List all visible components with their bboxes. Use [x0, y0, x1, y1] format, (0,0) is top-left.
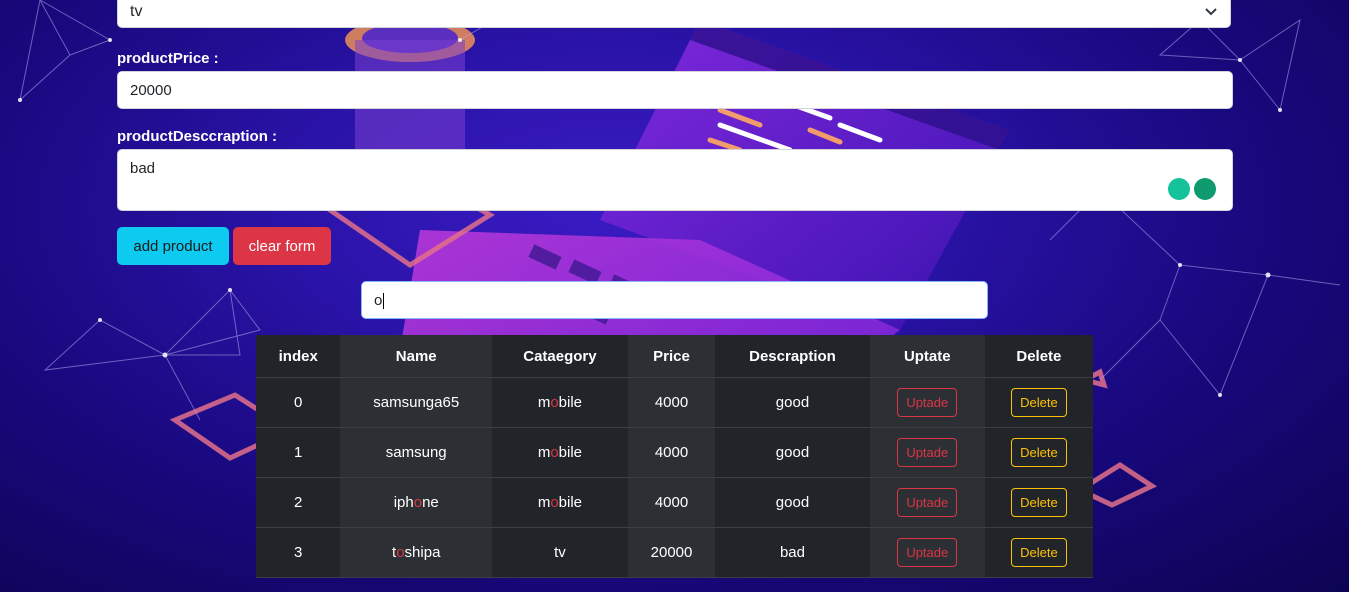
lightbulb-icon[interactable] [1168, 178, 1190, 200]
header-update: Uptate [869, 335, 985, 378]
cell-name: samsung [340, 427, 493, 478]
cell-description: bad [715, 527, 870, 578]
search-input[interactable]: o [361, 281, 988, 319]
header-index: index [256, 335, 341, 378]
description-textarea-value: bad [130, 160, 156, 177]
header-price: Price [627, 335, 716, 378]
cell-description: good [715, 477, 870, 528]
chevron-down-icon [1205, 8, 1217, 16]
price-input[interactable]: 20000 [117, 71, 1233, 109]
description-label: productDesccraption : [117, 128, 278, 145]
cell-category: tv [492, 527, 628, 578]
cell-index: 1 [256, 427, 341, 478]
table-header-row: index Name Cataegory Price Descraption U… [256, 335, 1093, 378]
cell-price: 4000 [627, 377, 716, 428]
header-description: Descraption [715, 335, 870, 378]
cell-price: 4000 [627, 427, 716, 478]
text-cursor [383, 293, 385, 310]
table-row: 1 samsung mobile 4000 good Uptade Delete [256, 427, 1093, 478]
update-button[interactable]: Uptade [897, 488, 958, 517]
add-product-button[interactable]: add product [117, 227, 229, 265]
search-input-value: o [374, 292, 383, 309]
category-select-value: tv [130, 3, 143, 20]
table-row: 2 iphone mobile 4000 good Uptade Delete [256, 477, 1093, 528]
cell-description: good [715, 377, 870, 428]
table-row: 0 samsunga65 mobile 4000 good Uptade Del… [256, 377, 1093, 428]
cell-price: 20000 [627, 527, 716, 578]
cell-index: 2 [256, 477, 341, 528]
update-button[interactable]: Uptade [897, 538, 958, 567]
cell-description: good [715, 427, 870, 478]
table-row: 3 toshipa tv 20000 bad Uptade Delete [256, 527, 1093, 578]
clear-form-button[interactable]: clear form [233, 227, 331, 265]
delete-button[interactable]: Delete [1011, 488, 1067, 517]
header-delete: Delete [984, 335, 1093, 378]
cell-name: iphone [340, 477, 493, 528]
delete-button[interactable]: Delete [1011, 388, 1067, 417]
header-category: Cataegory [492, 335, 628, 378]
products-table: index Name Cataegory Price Descraption U… [256, 335, 1093, 578]
cell-name: samsunga65 [340, 377, 493, 428]
cell-index: 3 [256, 527, 341, 578]
delete-button[interactable]: Delete [1011, 538, 1067, 567]
grammarly-icon[interactable] [1194, 178, 1216, 200]
delete-button[interactable]: Delete [1011, 438, 1067, 467]
update-button[interactable]: Uptade [897, 388, 958, 417]
grammarly-widget[interactable] [1168, 178, 1216, 200]
cell-index: 0 [256, 377, 341, 428]
cell-name: toshipa [340, 527, 493, 578]
category-select[interactable]: tv [117, 0, 1231, 28]
price-label: productPrice : [117, 50, 219, 67]
cell-price: 4000 [627, 477, 716, 528]
description-textarea[interactable]: bad [117, 149, 1233, 211]
price-input-value: 20000 [130, 82, 172, 99]
cell-category: mobile [492, 477, 628, 528]
update-button[interactable]: Uptade [897, 438, 958, 467]
cell-category: mobile [492, 427, 628, 478]
cell-category: mobile [492, 377, 628, 428]
header-name: Name [340, 335, 493, 378]
